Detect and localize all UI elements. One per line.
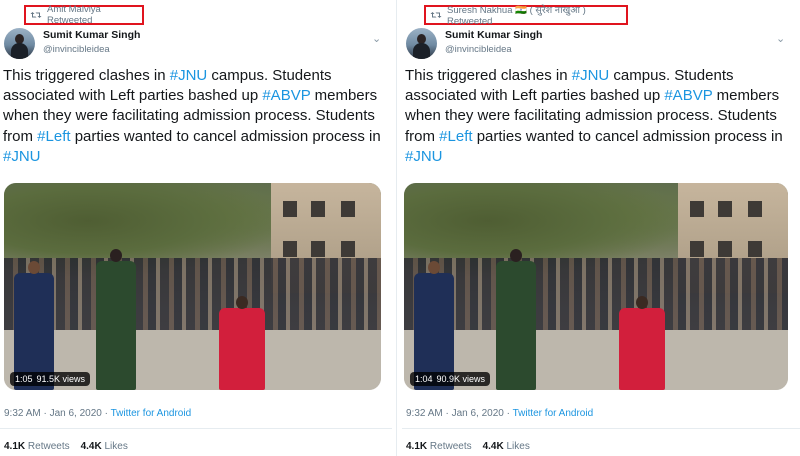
engagement-stats: 4.1K Retweets 4.4K Likes: [4, 441, 128, 452]
hashtag-link[interactable]: #Left: [439, 128, 472, 145]
tweet-text-segment: parties wanted to cancel admission proce…: [472, 127, 783, 145]
tweet-time[interactable]: 9:32 AM · Jan 6, 2020: [4, 408, 102, 419]
like-count-link[interactable]: 4.4K Likes: [81, 441, 128, 452]
hashtag-link[interactable]: #ABVP: [262, 87, 310, 104]
hashtag-link[interactable]: #JNU: [3, 148, 41, 165]
tweet-text: This triggered clashes in #JNU campus. S…: [405, 66, 789, 167]
engagement-stats: 4.1K Retweets 4.4K Likes: [406, 441, 530, 452]
video-figure-green-jacket: [496, 249, 536, 390]
retweet-count-link[interactable]: 4.1K Retweets: [406, 441, 472, 452]
stats-divider: [402, 428, 800, 429]
video-figure-red-shirt: [619, 296, 665, 390]
hashtag-link[interactable]: #JNU: [170, 67, 208, 84]
retweet-count: 4.1K: [4, 441, 26, 452]
hashtag-link[interactable]: #ABVP: [664, 87, 712, 104]
hashtag-link[interactable]: #JNU: [572, 67, 610, 84]
video-views-badge: 1:04 90.9K views: [410, 372, 491, 386]
retweeted-by-banner[interactable]: Suresh Nakhua 🇮🇳 ( सुरेश नाखुआ ) Retweet…: [424, 5, 628, 27]
video-views-badge: 1:05 91.5K views: [10, 372, 91, 386]
video-duration: 1:05: [15, 374, 33, 384]
retweeted-by-label: Suresh Nakhua 🇮🇳 ( सुरेश नाखुआ ) Retweet…: [447, 5, 586, 27]
tweet-separator: [396, 0, 397, 456]
retweets-label: Retweets: [429, 441, 472, 452]
tweet-card-left: Amit Malviya Retweeted Sumit Kumar Singh…: [0, 0, 392, 456]
retweet-icon: [430, 12, 442, 18]
retweet-count-link[interactable]: 4.1K Retweets: [4, 441, 70, 452]
avatar[interactable]: [406, 28, 437, 59]
like-count: 4.4K: [482, 441, 504, 452]
tweet-text: This triggered clashes in #JNU campus. S…: [3, 66, 387, 167]
author-handle[interactable]: @invincibleidea: [43, 43, 140, 56]
tweet-text-segment: This triggered clashes in: [3, 67, 170, 84]
tweet-video[interactable]: 1:04 90.9K views: [404, 183, 788, 390]
tweet-timestamp-line: 9:32 AM · Jan 6, 2020 · Twitter for Andr…: [4, 408, 191, 419]
tweet-timestamp-line: 9:32 AM · Jan 6, 2020 · Twitter for Andr…: [406, 408, 593, 419]
video-figure-red-shirt: [219, 296, 265, 390]
retweet-count: 4.1K: [406, 441, 428, 452]
retweets-label: Retweets: [27, 441, 70, 452]
retweeted-by-label: Amit Malviya Retweeted: [47, 4, 101, 26]
like-count-link[interactable]: 4.4K Likes: [483, 441, 530, 452]
likes-label: Likes: [506, 441, 530, 452]
hashtag-link[interactable]: #JNU: [405, 148, 443, 165]
video-frame-crowd: [404, 258, 788, 338]
chevron-down-icon[interactable]: ⌄: [372, 32, 381, 45]
tweet-text-segment: This triggered clashes in: [405, 67, 572, 84]
tweet-video[interactable]: 1:05 91.5K views: [4, 183, 381, 390]
author-display-name[interactable]: Sumit Kumar Singh: [43, 29, 140, 42]
author-display-name[interactable]: Sumit Kumar Singh: [445, 29, 542, 42]
tweet-source-link[interactable]: Twitter for Android: [111, 408, 192, 419]
video-view-count: 91.5K views: [36, 374, 86, 384]
tweet-author[interactable]: Sumit Kumar Singh @invincibleidea: [4, 28, 140, 59]
video-figure-green-jacket: [96, 249, 136, 390]
author-handle[interactable]: @invincibleidea: [445, 43, 542, 56]
tweet-source-link[interactable]: Twitter for Android: [513, 408, 594, 419]
video-duration: 1:04: [415, 374, 433, 384]
tweet-time[interactable]: 9:32 AM · Jan 6, 2020: [406, 408, 504, 419]
video-frame-crowd: [4, 258, 381, 338]
chevron-down-icon[interactable]: ⌄: [776, 32, 785, 45]
likes-label: Likes: [104, 441, 128, 452]
retweet-icon: [30, 12, 42, 18]
tweet-author[interactable]: Sumit Kumar Singh @invincibleidea: [406, 28, 542, 59]
avatar[interactable]: [4, 28, 35, 59]
retweeted-by-banner[interactable]: Amit Malviya Retweeted: [24, 4, 144, 26]
tweet-text-segment: parties wanted to cancel admission proce…: [70, 127, 381, 145]
hashtag-link[interactable]: #Left: [37, 128, 70, 145]
tweet-card-right: Suresh Nakhua 🇮🇳 ( सुरेश नाखुआ ) Retweet…: [402, 0, 800, 456]
like-count: 4.4K: [80, 441, 102, 452]
video-view-count: 90.9K views: [436, 374, 486, 384]
stats-divider: [0, 428, 392, 429]
